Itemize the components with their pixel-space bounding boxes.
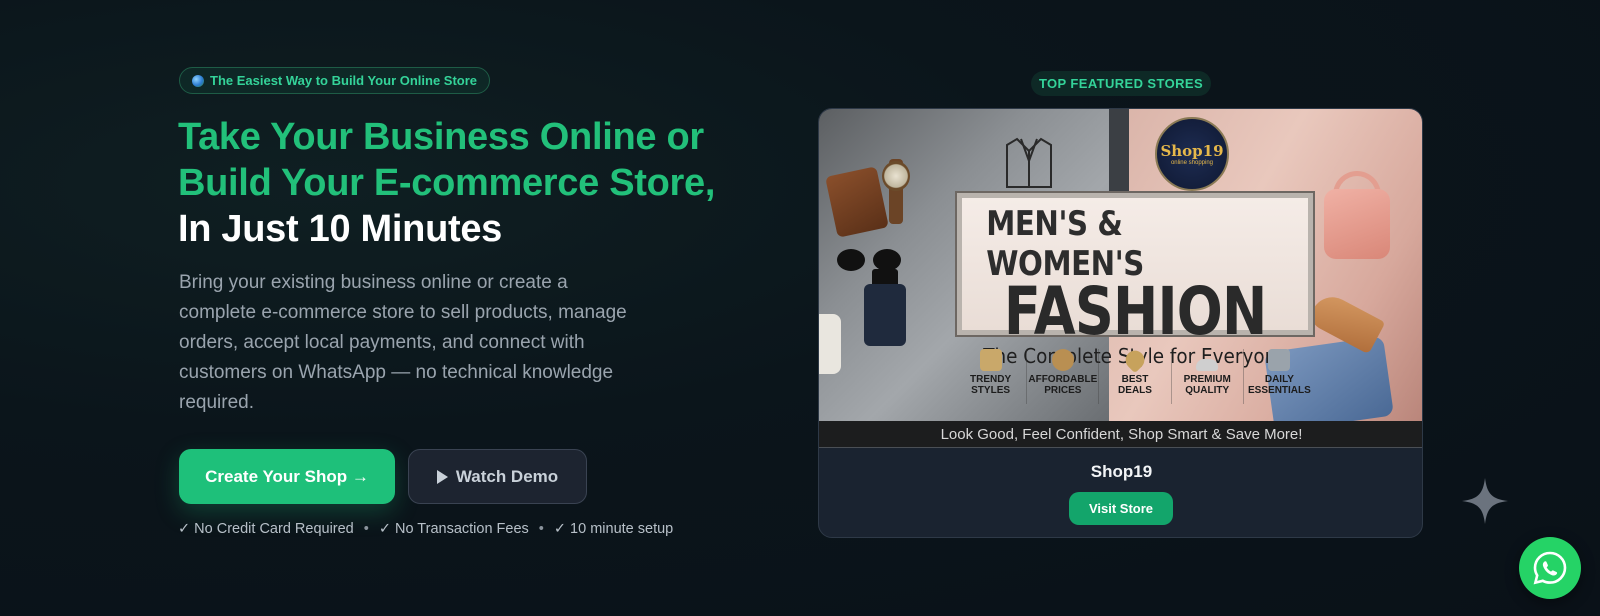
check-setup-time: ✓ 10 minute setup <box>553 521 674 537</box>
check-no-transaction-fees: ✓ No Transaction Fees <box>378 521 529 537</box>
feature-line1: AFFORDABLE <box>1028 374 1098 385</box>
check-no-credit-card: ✓ No Credit Card Required <box>178 521 354 537</box>
featured-stores-label: TOP FEATURED STORES <box>1031 71 1211 96</box>
sneakers-image <box>819 314 841 374</box>
hero-description: Bring your existing business online or c… <box>179 272 627 413</box>
whatsapp-button[interactable] <box>1519 537 1581 599</box>
shop19-logo: Shop19 online shopping <box>1155 117 1229 191</box>
banner-tagline: Look Good, Feel Confident, Shop Smart & … <box>819 421 1422 448</box>
feature-line1: TRENDY <box>970 374 1012 385</box>
sparkle-icon <box>1462 478 1508 524</box>
watch-icon <box>1051 349 1074 371</box>
feature-line1: DAILY <box>1264 374 1294 385</box>
feature-daily-essentials: DAILY ESSENTIALS <box>1244 349 1315 404</box>
suit-icon <box>1006 137 1052 188</box>
fashion-title-board: MEN'S & WOMEN'S FASHION The Complete Sty… <box>955 191 1315 368</box>
create-shop-button[interactable]: Create Your Shop → <box>179 449 395 504</box>
feature-affordable-prices: AFFORDABLE PRICES <box>1027 349 1100 404</box>
whatsapp-icon <box>1533 551 1567 585</box>
handbag-image <box>1324 189 1390 259</box>
shirt-icon <box>979 349 1002 371</box>
watch-demo-button-label: Watch Demo <box>455 466 559 486</box>
feature-checks: ✓ No Credit Card Required • ✓ No Transac… <box>178 521 673 537</box>
separator-dot: • <box>363 521 369 537</box>
hero-headline: Take Your Business Online or Build Your … <box>178 114 778 252</box>
visit-store-button-label: Visit Store <box>1088 501 1154 516</box>
hero-badge-text: The Easiest Way to Build Your Online Sto… <box>210 73 478 88</box>
feature-line2: ESSENTIALS <box>1248 385 1311 396</box>
hero-badge: The Easiest Way to Build Your Online Sto… <box>179 67 491 94</box>
watch-image <box>882 161 910 191</box>
heart-icon <box>1121 346 1149 374</box>
headline-line-1: Take Your Business Online or <box>178 116 704 158</box>
store-banner[interactable]: Shop19 online shopping MEN'S & WOMEN'S F… <box>819 109 1422 421</box>
feature-trendy-styles: TRENDY STYLES <box>955 349 1028 404</box>
globe-icon <box>192 74 204 87</box>
store-card: Shop19 online shopping MEN'S & WOMEN'S F… <box>818 108 1423 538</box>
feature-line2: STYLES <box>971 385 1011 396</box>
perfume-image <box>864 284 906 346</box>
feature-line1: BEST <box>1121 374 1149 385</box>
separator-dot: • <box>538 521 544 537</box>
logo-name: Shop19 <box>1160 142 1224 160</box>
shoe-icon <box>1196 359 1219 371</box>
feature-line1: PREMIUM <box>1183 374 1231 385</box>
feature-line2: DEALS <box>1118 385 1152 396</box>
feature-premium-quality: PREMIUM QUALITY <box>1172 349 1244 404</box>
watch-demo-button[interactable]: Watch Demo <box>408 449 587 504</box>
banner-features: TRENDY STYLES AFFORDABLE PRICES BEST DEALS … <box>955 346 1315 404</box>
logo-subtitle: online shopping <box>1170 160 1214 166</box>
feature-line2: QUALITY <box>1185 385 1230 396</box>
store-name: Shop19 <box>1090 462 1153 481</box>
banner-title-line-2: FASHION <box>1003 273 1267 350</box>
feature-line2: PRICES <box>1044 385 1082 396</box>
headline-line-3: In Just 10 Minutes <box>178 208 503 250</box>
feature-best-deals: BEST DEALS <box>1099 346 1172 404</box>
wallet-icon <box>1268 349 1291 371</box>
visit-store-button[interactable]: Visit Store <box>1069 492 1173 525</box>
play-icon <box>436 469 448 484</box>
banner-title-line-1: MEN'S & WOMEN'S <box>986 204 1144 284</box>
headline-line-2: Build Your E-commerce Store, <box>178 162 716 204</box>
create-shop-button-label: Create Your Shop → <box>205 466 369 486</box>
hero-section: The Easiest Way to Build Your Online Sto… <box>0 0 1600 616</box>
